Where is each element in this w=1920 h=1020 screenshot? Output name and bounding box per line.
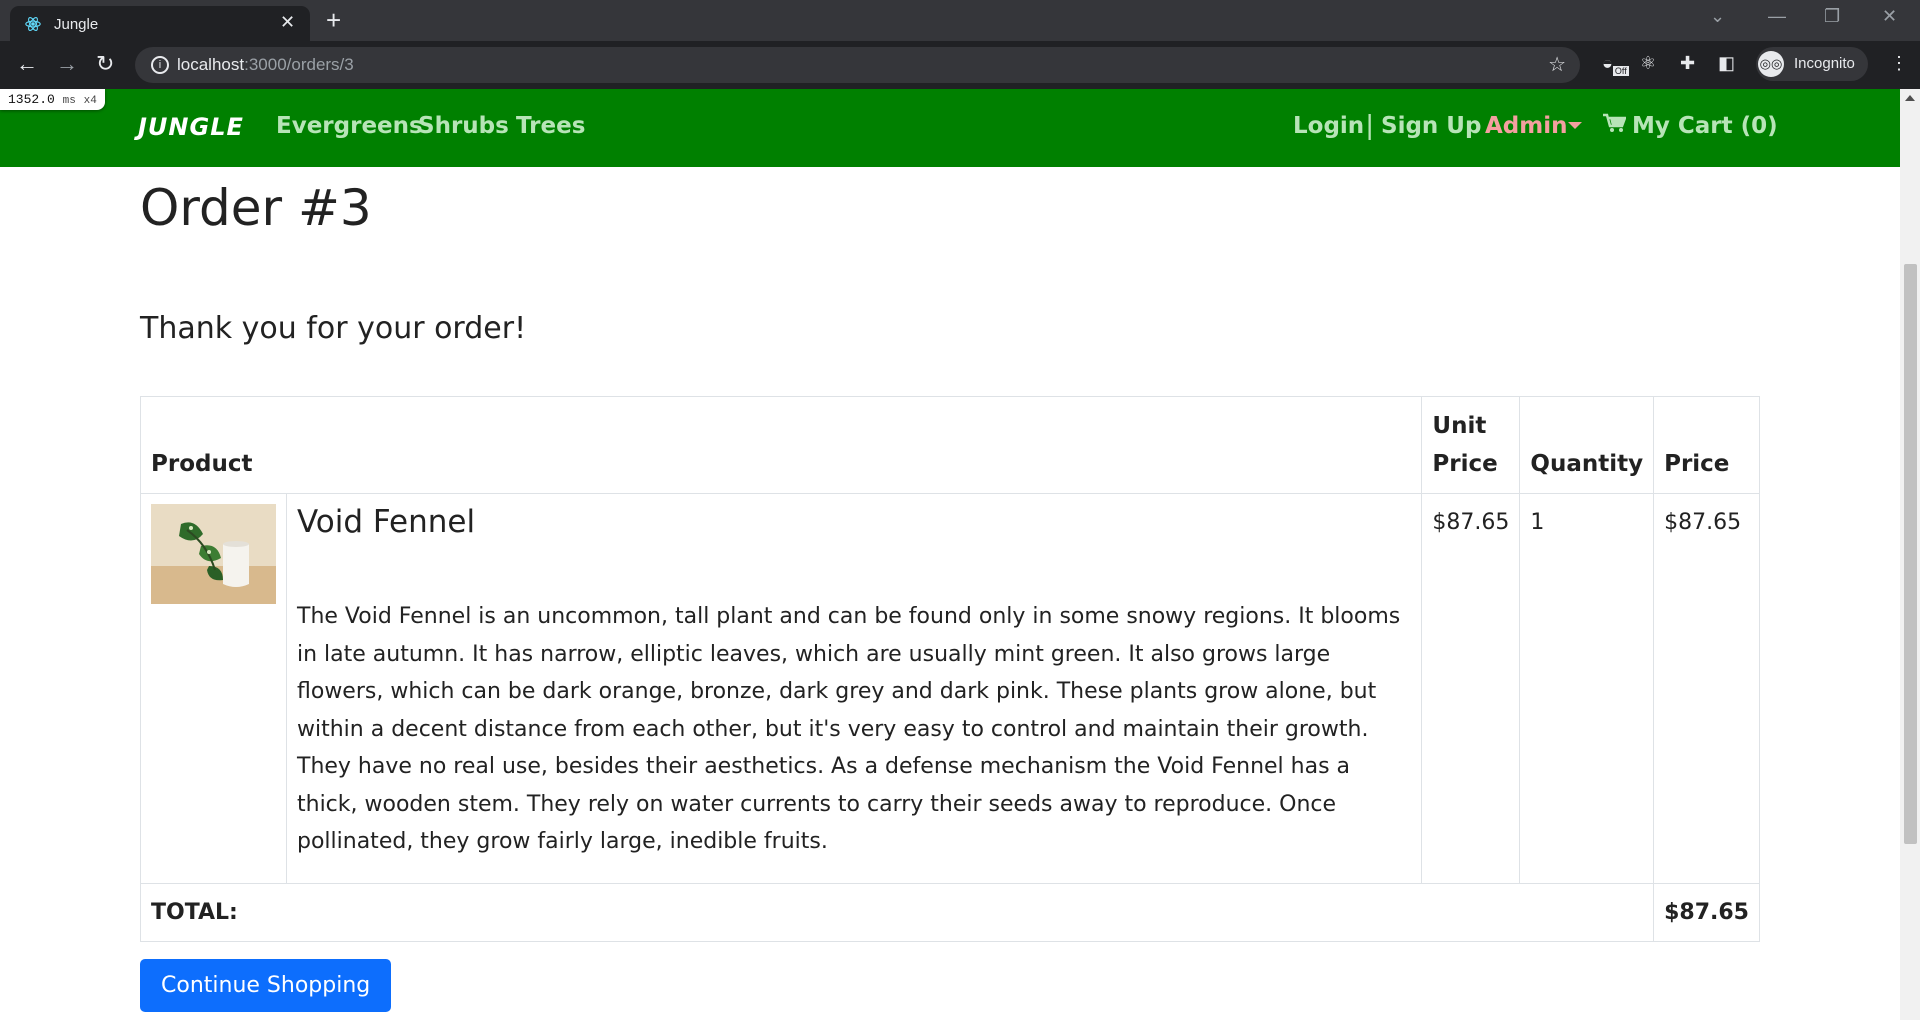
browser-tab[interactable]: Jungle ✕ [10, 6, 310, 41]
side-panel-icon[interactable]: ◧ [1718, 53, 1735, 74]
total-row: TOTAL: $87.65 [139, 882, 1760, 942]
admin-dropdown[interactable]: Admin [1485, 113, 1568, 139]
page-title: Order #3 [140, 179, 372, 237]
react-icon [25, 17, 41, 31]
incognito-badge[interactable]: ◎◎ Incognito [1756, 47, 1868, 81]
scrollbar-thumb[interactable] [1904, 264, 1917, 844]
product-details-cell: Void Fennel The Void Fennel is an uncomm… [285, 493, 1423, 884]
brand-logo[interactable]: JUNGLE [138, 113, 244, 141]
page-scrollbar[interactable] [1900, 89, 1920, 1020]
continue-shopping-button[interactable]: Continue Shopping [140, 959, 392, 1012]
header-price: Price [1653, 396, 1760, 494]
bookmark-star-icon[interactable]: ☆ [1548, 52, 1566, 77]
restore-icon[interactable]: ❐ [1824, 6, 1840, 27]
nav-shrubs[interactable]: Shrubs [418, 113, 509, 139]
nav-trees[interactable]: Trees [516, 113, 585, 139]
browser-tabstrip: Jungle ✕ + ⌄ — ❐ ✕ [0, 0, 1920, 41]
site-info-icon[interactable]: i [151, 56, 169, 74]
total-value: $87.65 [1653, 882, 1760, 942]
forward-icon[interactable]: → [56, 51, 78, 77]
quantity-cell: 1 [1519, 493, 1655, 884]
page-viewport: 1352.0 ms x4 JUNGLE Evergreens Shrubs Tr… [0, 89, 1900, 1020]
nav-separator: | [1366, 109, 1374, 140]
incognito-icon: ◎◎ [1758, 51, 1784, 77]
browser-toolbar: ← → ↻ i localhost:3000/orders/3 ☆ ◒ Off ⚛… [0, 41, 1920, 89]
browser-menu-icon[interactable]: ⋮ [1890, 53, 1908, 74]
scroll-up-arrow-icon[interactable] [1905, 95, 1915, 101]
order-table: Product Unit Price Quantity Price Void F… [139, 396, 1760, 942]
minimize-icon[interactable]: — [1768, 6, 1786, 27]
product-image-cell [140, 493, 287, 884]
url-text: localhost:3000/orders/3 [177, 55, 354, 74]
perf-overlay: 1352.0 ms x4 [0, 89, 105, 110]
address-bar[interactable]: i localhost:3000/orders/3 ☆ [135, 47, 1580, 83]
product-name: Void Fennel [297, 504, 476, 540]
extensions-puzzle-icon[interactable]: ✚ [1680, 53, 1695, 74]
signup-link[interactable]: Sign Up [1381, 113, 1481, 139]
login-link[interactable]: Login [1293, 113, 1364, 139]
extension-icon[interactable]: ◒ Off [1602, 53, 1629, 76]
unit-price-cell: $87.65 [1421, 493, 1521, 884]
thank-you-heading: Thank you for your order! [140, 311, 527, 346]
tab-title: Jungle [54, 16, 99, 33]
product-image [151, 504, 276, 604]
product-description: The Void Fennel is an uncommon, tall pla… [297, 604, 1401, 854]
table-row: Void Fennel The Void Fennel is an uncomm… [140, 493, 1760, 884]
header-unit-price: Unit Price [1421, 396, 1521, 494]
cart-link[interactable]: My Cart (0) [1602, 113, 1778, 139]
site-navbar: JUNGLE Evergreens Shrubs Trees Login | S… [0, 89, 1900, 167]
react-devtools-icon[interactable]: ⚛ [1640, 53, 1656, 74]
chevron-down-icon [1568, 122, 1582, 129]
reload-icon[interactable]: ↻ [96, 51, 114, 77]
table-header-row: Product Unit Price Quantity Price [139, 396, 1760, 494]
tab-search-icon[interactable]: ⌄ [1710, 6, 1725, 27]
back-icon[interactable]: ← [16, 51, 38, 77]
header-quantity: Quantity [1519, 396, 1655, 494]
header-product: Product [139, 396, 1423, 494]
nav-evergreens[interactable]: Evergreens [276, 113, 423, 139]
price-cell: $87.65 [1653, 493, 1760, 884]
close-window-icon[interactable]: ✕ [1882, 6, 1897, 27]
total-label: TOTAL: [139, 882, 1655, 942]
new-tab-icon[interactable]: + [326, 5, 341, 36]
close-tab-icon[interactable]: ✕ [280, 12, 295, 33]
cart-icon [1603, 113, 1626, 132]
